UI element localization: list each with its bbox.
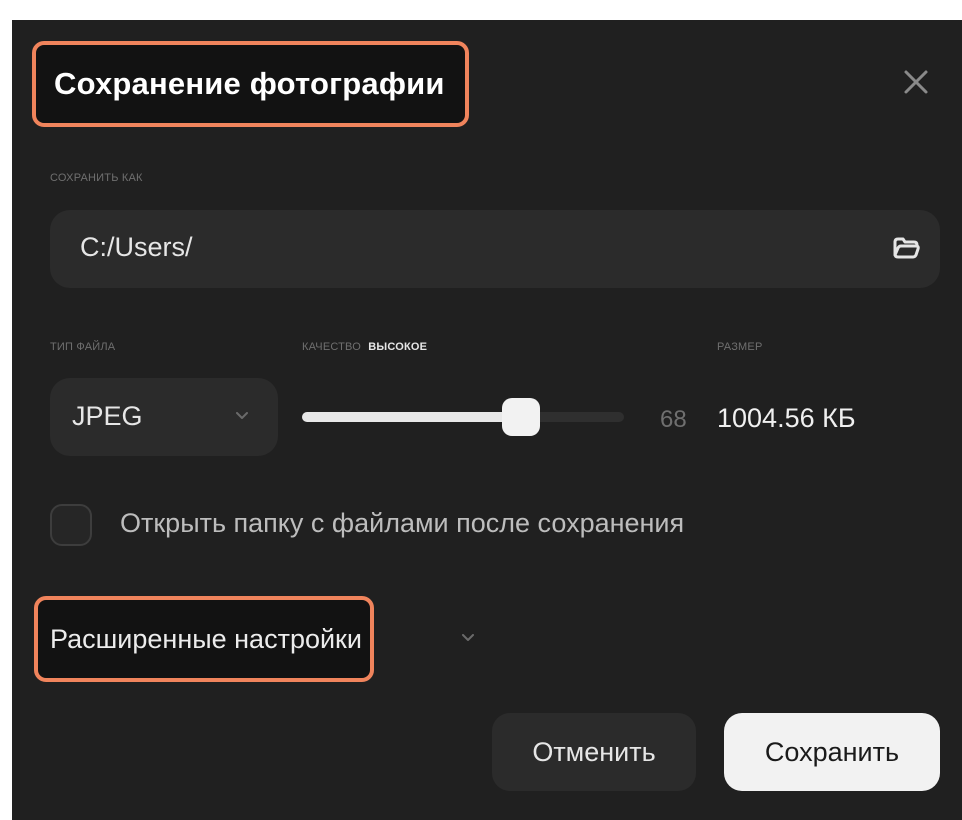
size-label: Размер: [717, 341, 763, 353]
advanced-settings-label: Расширенные настройки: [50, 623, 362, 654]
open-folder-checkbox[interactable]: [50, 504, 92, 546]
quality-value: 68: [660, 406, 687, 433]
quality-level: Высокое: [368, 341, 428, 353]
advanced-settings-toggle[interactable]: Расширенные настройки: [34, 596, 374, 682]
quality-slider-thumb[interactable]: [502, 398, 540, 436]
save-button[interactable]: Сохранить: [724, 713, 940, 791]
quality-label-group: Качество Высокое: [302, 341, 427, 353]
save-as-label: Сохранить как: [50, 172, 143, 184]
save-photo-dialog: Сохранение фотографии Сохранить как C:/U…: [12, 20, 962, 820]
file-type-label: Тип файла: [50, 341, 116, 353]
dialog-title-highlight: Сохранение фотографии: [32, 41, 469, 127]
chevron-down-icon: [236, 412, 248, 419]
quality-slider[interactable]: [302, 398, 624, 436]
save-path-value: C:/Users/: [80, 232, 193, 262]
file-type-select[interactable]: JPEG: [50, 378, 278, 456]
file-type-value: JPEG: [72, 401, 143, 431]
close-icon[interactable]: [902, 68, 930, 96]
file-size-value: 1004.56 КБ: [717, 403, 856, 433]
open-folder-label[interactable]: Открыть папку с файлами после сохранения: [120, 508, 684, 539]
dialog-title: Сохранение фотографии: [54, 66, 445, 101]
quality-label: Качество: [302, 341, 361, 353]
quality-slider-fill: [302, 412, 521, 422]
folder-icon[interactable]: [892, 236, 920, 260]
chevron-down-icon[interactable]: [462, 634, 474, 642]
save-path-field[interactable]: C:/Users/: [50, 210, 940, 288]
cancel-button[interactable]: Отменить: [492, 713, 696, 791]
